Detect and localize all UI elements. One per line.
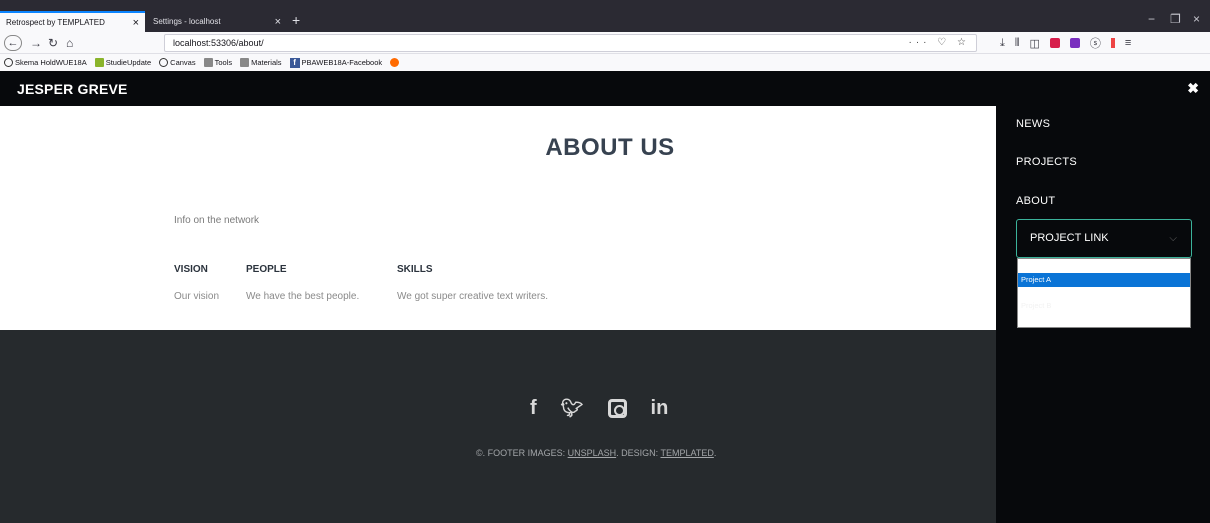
site-header: JESPER GREVE ✖ xyxy=(0,71,1210,106)
restore-icon[interactable]: ❐ xyxy=(1170,12,1181,26)
tab-title: Retrospect by TEMPLATED xyxy=(6,18,105,27)
minimize-icon[interactable]: − xyxy=(1148,12,1155,26)
column-people: PEOPLE We have the best people. xyxy=(246,264,359,302)
instagram-icon[interactable] xyxy=(607,398,627,418)
twitter-icon[interactable]: 🐦︎ xyxy=(561,396,584,420)
intro-text: Info on the network xyxy=(174,215,260,226)
menu-item-about[interactable]: ABOUT xyxy=(1016,195,1055,207)
url-bar[interactable]: ⓘlocalhost:53306/about/ ··· ♡ ☆ xyxy=(164,34,977,157)
close-menu-icon[interactable]: ✖ xyxy=(1187,80,1199,97)
social-links: f 🐦︎ in xyxy=(530,396,668,420)
site-title[interactable]: JESPER GREVE xyxy=(17,81,128,97)
download-icon[interactable]: ⤓ xyxy=(1000,37,1005,50)
url-actions-icons[interactable]: ··· ♡ ☆ xyxy=(909,35,970,51)
side-menu: NEWS PROJECTS ABOUT PROJECT LINK ⌵ Proje… xyxy=(996,106,1210,523)
bookmark-item[interactable]: Skema HoldWUE18A xyxy=(4,58,87,67)
column-heading: PEOPLE xyxy=(246,264,287,275)
dropdown-option-project-a[interactable]: Project A xyxy=(1018,273,1190,287)
dropdown-option-project-b[interactable]: Project B xyxy=(1018,299,1190,313)
extension-s-icon[interactable]: ⓢ xyxy=(1090,35,1101,51)
folder-icon xyxy=(203,58,213,67)
select-value: PROJECT LINK xyxy=(1030,232,1109,244)
sidebar-icon[interactable]: ◫ xyxy=(1030,37,1040,50)
chevron-down-icon: ⌵ xyxy=(1169,233,1177,244)
forward-icon[interactable]: → xyxy=(30,35,42,51)
bookmark-item[interactable]: StudieUpdate xyxy=(94,58,151,67)
bookmark-item[interactable]: f PBAWEB18A-Facebook xyxy=(289,57,382,68)
project-dropdown: Project A Project B xyxy=(1017,258,1191,328)
extension-bar-icon[interactable] xyxy=(1110,38,1115,48)
facebook-icon: f xyxy=(289,57,300,68)
browser-navbar: ← → ↻ ⌂ ⓘlocalhost:53306/about/ ··· ♡ ☆ … xyxy=(0,32,1210,157)
bookmark-folder[interactable]: Materials xyxy=(240,58,282,67)
tab-title: Settings - localhost xyxy=(153,17,221,26)
bookmark-favicon xyxy=(94,58,104,67)
bookmark-favicon xyxy=(390,58,400,67)
new-tab-button[interactable]: + xyxy=(292,11,300,29)
column-heading: SKILLS xyxy=(397,264,433,275)
tab-settings[interactable]: Settings - localhost × xyxy=(147,11,287,32)
project-link-select[interactable]: PROJECT LINK ⌵ xyxy=(1016,219,1192,258)
copyright: ©. FOOTER IMAGES: UNSPLASH. DESIGN: TEMP… xyxy=(476,448,717,458)
templated-link[interactable]: TEMPLATED xyxy=(661,448,714,458)
main-content: ABOUT US Info on the network VISION Our … xyxy=(0,106,996,330)
tab-retrospect[interactable]: Retrospect by TEMPLATED × xyxy=(0,11,145,32)
footer: f 🐦︎ in ©. FOOTER IMAGES: UNSPLASH. DESI… xyxy=(0,330,996,523)
home-icon[interactable]: ⌂ xyxy=(66,35,73,51)
globe-icon xyxy=(4,58,13,67)
back-icon[interactable]: ← xyxy=(4,35,22,51)
reload-icon[interactable]: ↻ xyxy=(48,35,58,51)
bookmarks-bar: Skema HoldWUE18A StudieUpdate Canvas Too… xyxy=(0,54,1210,71)
extension-shield-icon[interactable] xyxy=(1049,38,1060,48)
column-heading: VISION xyxy=(174,264,208,275)
menu-item-news[interactable]: NEWS xyxy=(1016,118,1050,130)
facebook-icon[interactable]: f xyxy=(530,396,537,420)
bookmark-folder[interactable]: Tools xyxy=(203,58,232,67)
linkedin-icon[interactable]: in xyxy=(651,396,669,420)
column-text: We have the best people. xyxy=(246,291,360,302)
globe-icon xyxy=(159,58,169,67)
toolbar-icons: ⤓ ⫴ ◫ ⓢ ≡ xyxy=(1000,35,1131,51)
folder-icon xyxy=(240,58,250,67)
column-text: We got super creative text writers. xyxy=(397,291,548,302)
column-vision: VISION Our vision xyxy=(174,264,219,302)
tab-close-icon[interactable]: × xyxy=(275,16,281,28)
menu-item-projects[interactable]: PROJECTS xyxy=(1016,156,1077,168)
extension-icon[interactable] xyxy=(1069,38,1080,48)
url-text: localhost:53306/about/ xyxy=(173,38,264,48)
bookmark-item[interactable] xyxy=(390,58,400,67)
menu-icon[interactable]: ≡ xyxy=(1125,37,1131,49)
tab-close-icon[interactable]: × xyxy=(133,17,139,29)
column-skills: SKILLS We got super creative text writer… xyxy=(397,264,548,302)
bookmark-item[interactable]: Canvas xyxy=(159,58,196,67)
library-icon[interactable]: ⫴ xyxy=(1015,37,1020,50)
browser-tabbar: Retrospect by TEMPLATED × Settings - loc… xyxy=(0,0,1210,32)
column-text: Our vision xyxy=(174,291,220,302)
unsplash-link[interactable]: UNSPLASH xyxy=(568,448,617,458)
window-close-icon[interactable]: × xyxy=(1193,12,1200,26)
